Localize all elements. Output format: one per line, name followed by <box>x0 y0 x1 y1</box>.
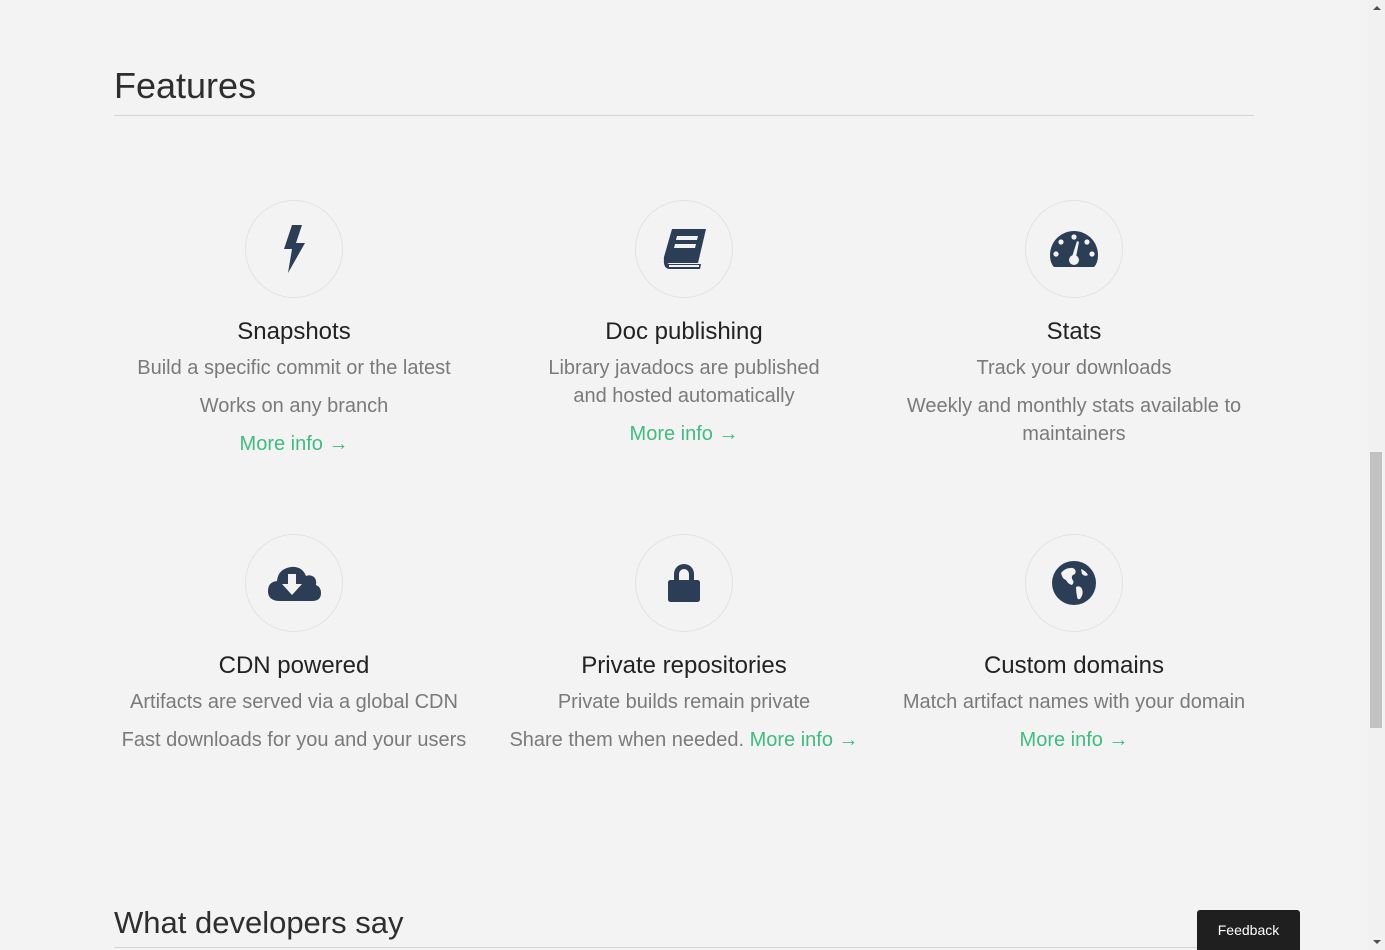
feedback-button[interactable]: Feedback <box>1197 910 1300 950</box>
developers-heading: What developers say <box>114 905 404 940</box>
scrollbar-thumb[interactable] <box>1370 452 1382 728</box>
more-info-link[interactable]: More info → <box>630 420 739 448</box>
vertical-scrollbar[interactable] <box>1368 0 1385 950</box>
globe-icon <box>1025 534 1123 632</box>
scroll-down-arrow-icon[interactable] <box>1373 940 1381 944</box>
lock-icon <box>635 534 733 632</box>
bolt-icon <box>245 200 343 298</box>
feature-description: Private builds remain private <box>557 691 811 713</box>
feature-description: Fast downloads for you and your users <box>121 729 467 751</box>
more-info-link[interactable]: More info → <box>240 430 349 458</box>
feature-private-repositories: Private repositories Private builds rema… <box>489 534 879 754</box>
feature-title: CDN powered <box>218 652 370 679</box>
feature-description: Share them when needed. More info → <box>489 726 879 754</box>
feature-title: Custom domains <box>983 652 1165 679</box>
feature-title: Stats <box>1046 318 1102 345</box>
feature-description: Works on any branch <box>199 395 389 417</box>
more-info-link[interactable]: More info → <box>1020 726 1129 754</box>
feature-description: Weekly and monthly stats available to ma… <box>906 395 1242 445</box>
page: Features Snapshots Build a specific comm… <box>0 0 1385 950</box>
feature-title: Doc publishing <box>605 318 763 345</box>
features-heading: Features <box>114 65 257 106</box>
feature-description-text: Share them when needed. <box>509 729 745 751</box>
book-icon <box>635 200 733 298</box>
features-divider <box>114 115 1254 116</box>
feature-cdn-powered: CDN powered Artifacts are served via a g… <box>99 534 489 754</box>
dashboard-icon <box>1025 200 1123 298</box>
feature-description: Library javadocs are published and hoste… <box>548 357 820 407</box>
feature-doc-publishing: Doc publishing Library javadocs are publ… <box>489 200 879 448</box>
feature-description: Artifacts are served via a global CDN <box>130 691 458 713</box>
feature-title: Snapshots <box>237 318 351 345</box>
feature-description: Build a specific commit or the latest <box>137 357 451 379</box>
scroll-up-arrow-icon[interactable] <box>1373 6 1381 10</box>
feature-snapshots: Snapshots Build a specific commit or the… <box>99 200 489 458</box>
more-info-link[interactable]: More info → <box>750 729 859 751</box>
developers-divider <box>114 947 1254 948</box>
feature-description: Match artifact names with your domain <box>902 691 1246 713</box>
feature-stats: Stats Track your downloads Weekly and mo… <box>879 200 1269 448</box>
cloud-download-icon <box>245 534 343 632</box>
feature-description: Track your downloads <box>976 357 1172 379</box>
feature-custom-domains: Custom domains Match artifact names with… <box>879 534 1269 754</box>
feature-title: Private repositories <box>581 652 787 679</box>
